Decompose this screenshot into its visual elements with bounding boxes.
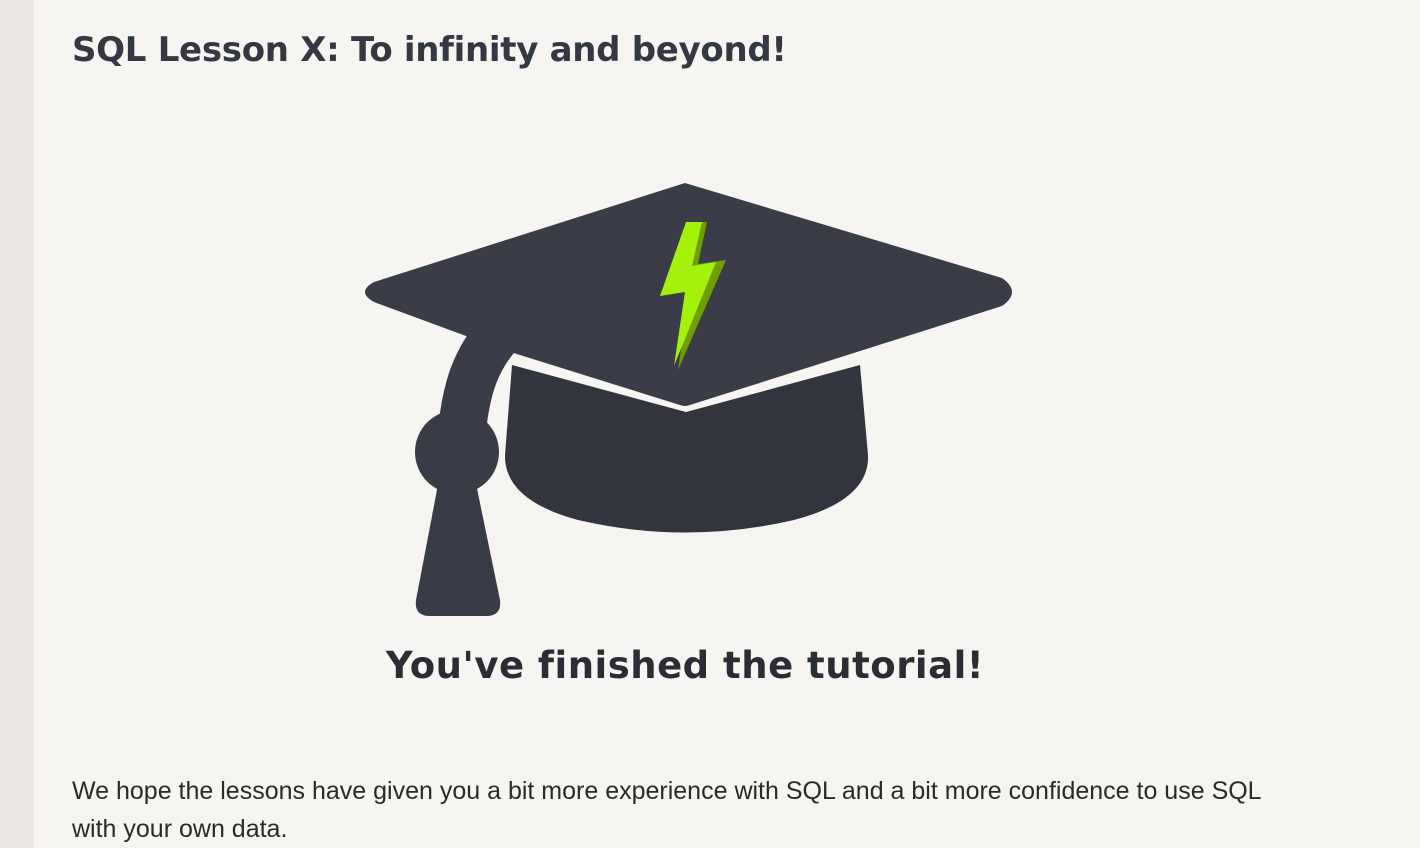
page-title: SQL Lesson X: To infinity and beyond! xyxy=(72,30,787,70)
left-margin-border xyxy=(0,0,34,848)
closing-paragraph: We hope the lessons have given you a bit… xyxy=(72,777,1261,843)
completion-heading: You've finished the tutorial! xyxy=(385,644,985,687)
graduation-cap-icon xyxy=(365,183,1012,616)
lesson-content: SQL Lesson X: To infinity and beyond! Yo… xyxy=(34,0,1420,848)
